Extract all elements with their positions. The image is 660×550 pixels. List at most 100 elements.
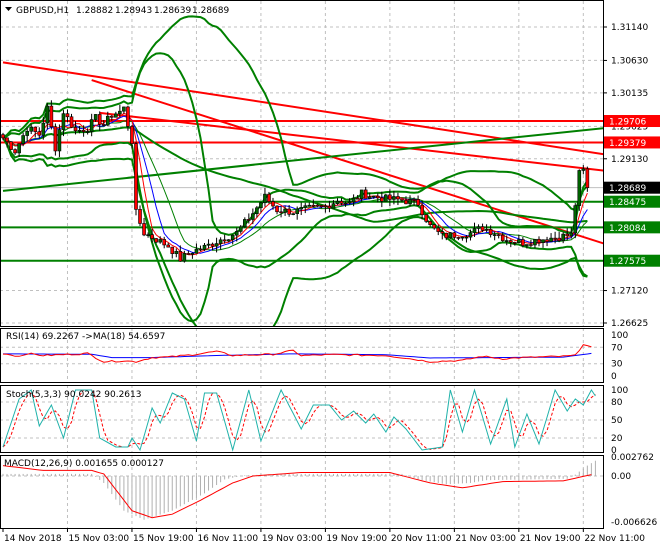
candle-body (114, 113, 118, 118)
candle-body (565, 233, 570, 237)
candle-body (247, 219, 251, 221)
macd-tick-label: 0.002762 (611, 453, 654, 463)
candle-body (202, 244, 207, 250)
candle-body (178, 251, 183, 262)
candle-body (65, 113, 70, 118)
candle-body (517, 239, 521, 243)
candle-body (295, 208, 299, 214)
candle-body (81, 129, 86, 132)
candle-body (311, 204, 316, 207)
rsi-tick-label: 100 (611, 331, 628, 341)
candle-body (500, 234, 505, 241)
candle-body (166, 244, 171, 248)
candle-body (49, 105, 54, 128)
candle-body (323, 205, 328, 208)
candle[interactable] (573, 203, 578, 239)
price-level-label: 1.28475 (609, 198, 646, 208)
candle-body (452, 232, 457, 238)
candle-body (319, 205, 324, 207)
candle-body (130, 126, 134, 144)
stoch-label: Stoch(5,3,3) 90.0242 90.2613 (6, 390, 141, 400)
candle-body (448, 232, 453, 239)
candle-body (45, 105, 50, 124)
ohlc-high: 1.28943 (115, 6, 152, 16)
candle-body (154, 238, 158, 243)
candle-body (392, 196, 396, 200)
candle-body (275, 205, 279, 213)
candle-body (238, 226, 243, 232)
stoch-tick-label: 80 (611, 398, 623, 408)
candle-body (93, 114, 98, 120)
candle-body (21, 135, 25, 145)
candle-body (492, 234, 497, 236)
candle-body (424, 214, 428, 222)
candle-body (97, 114, 102, 125)
candle-body (456, 237, 461, 239)
candle-body (287, 208, 291, 215)
candle-body (122, 106, 126, 112)
candle-body (101, 124, 106, 126)
candle-body (577, 170, 582, 206)
rsi-tick-label: 0 (611, 372, 617, 382)
candle-body (581, 168, 586, 171)
price-label: 1.31140 (611, 23, 648, 33)
candle-body (573, 205, 578, 234)
candle-body (440, 231, 445, 234)
candle-body (371, 195, 376, 198)
candle-body (472, 228, 477, 233)
candle-body (150, 234, 154, 239)
candle-body (347, 201, 352, 204)
stoch-tick-label: 20 (611, 434, 623, 444)
candle-body (89, 119, 94, 132)
stoch-tick-label: 100 (611, 386, 628, 396)
chart-header: GBPUSD,H1 1.28882 1.28943 1.28639 1.2868… (5, 6, 229, 16)
candle-body (186, 253, 191, 255)
candle-body (367, 196, 372, 199)
candle-body (158, 239, 162, 243)
candle-body (404, 200, 408, 205)
ohlc-low: 1.28639 (154, 6, 191, 16)
stoch-tick-label: 50 (611, 416, 623, 426)
candle-body (17, 143, 21, 154)
candle-body (525, 244, 529, 246)
candle-body (210, 243, 215, 247)
candle[interactable] (154, 238, 158, 244)
candle-body (214, 243, 219, 247)
candle[interactable] (53, 123, 58, 156)
candle[interactable] (291, 213, 295, 216)
candle-body (251, 213, 255, 220)
candle-body (198, 248, 203, 251)
candle-body (420, 204, 424, 216)
candle-body (61, 113, 66, 130)
candle-body (488, 229, 493, 235)
candle-body (267, 193, 271, 202)
candle[interactable] (577, 169, 582, 211)
candle-body (351, 197, 356, 203)
candle-body (25, 130, 29, 136)
candle-body (118, 110, 122, 115)
time-label: 19 Nov 19:00 (326, 534, 387, 544)
candle-body (339, 200, 344, 204)
price-level-label: 1.28084 (609, 224, 646, 234)
candle-body (400, 198, 404, 201)
candle[interactable] (9, 141, 13, 151)
macd-tick-label: -0.006626 (611, 518, 657, 528)
candle-body (77, 129, 82, 132)
trading-chart[interactable]: 10070300 1008050200 0.0027620.00-0.00662… (0, 0, 660, 550)
candle-body (263, 193, 267, 204)
candle-body (380, 197, 384, 202)
candle-body (29, 126, 34, 132)
candle-body (412, 199, 416, 201)
ohlc-open: 1.28882 (76, 6, 113, 16)
candle-body (327, 205, 332, 209)
candle-body (436, 227, 441, 232)
candle-body (13, 149, 17, 154)
candle-body (162, 239, 166, 246)
macd-tick-label: 0.00 (611, 472, 631, 482)
candle[interactable] (448, 232, 453, 239)
candle[interactable] (134, 141, 138, 216)
candle-body (537, 238, 541, 243)
candle[interactable] (384, 193, 388, 202)
candle-body (230, 234, 235, 240)
candle-body (110, 115, 114, 118)
